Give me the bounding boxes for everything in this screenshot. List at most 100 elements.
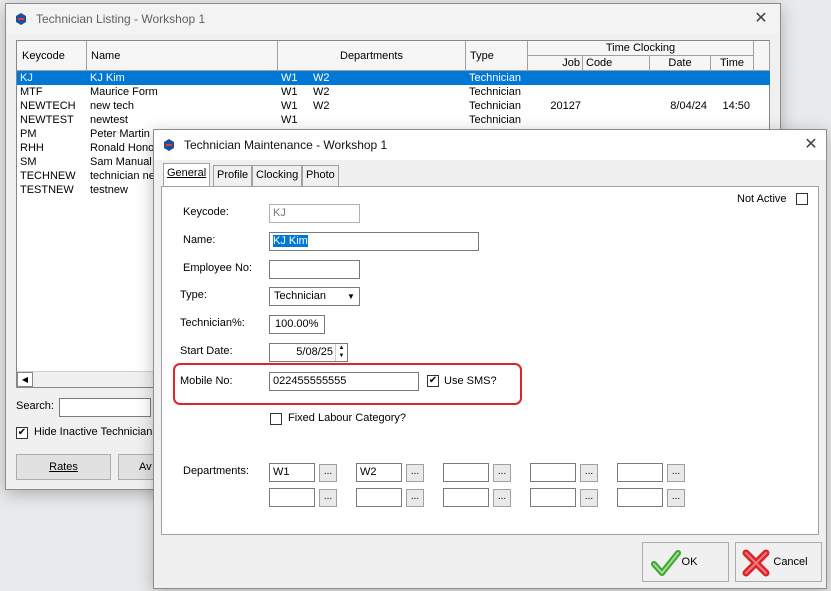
chevron-down-icon[interactable]: ▼ xyxy=(343,288,359,305)
scroll-left-arrow-icon[interactable]: ◀ xyxy=(17,372,33,387)
app-logo-icon xyxy=(14,12,28,26)
department-field[interactable] xyxy=(269,488,315,507)
name-label: Name: xyxy=(183,234,216,246)
department-field[interactable] xyxy=(443,488,489,507)
cell-date: 8/04/24 xyxy=(670,100,707,112)
cell-keycode: MTF xyxy=(20,86,43,98)
header-name[interactable]: Name xyxy=(87,41,278,71)
department-field[interactable]: W1 xyxy=(269,463,315,482)
keycode-field[interactable]: KJ xyxy=(269,204,360,223)
mobile-no-field[interactable]: 022455555555 xyxy=(269,372,419,391)
cell-type: Technician xyxy=(469,86,521,98)
available-button[interactable]: Av xyxy=(118,454,158,480)
header-time[interactable]: Time xyxy=(711,56,754,71)
use-sms-checkbox[interactable]: ✔ xyxy=(427,375,439,387)
cell-time xyxy=(712,85,750,99)
rates-button[interactable]: Rates xyxy=(16,454,111,480)
header-code[interactable]: Code xyxy=(583,56,650,71)
department-browse-button[interactable]: ... xyxy=(667,464,685,482)
cell-dep2: W2 xyxy=(313,72,330,84)
maintenance-titlebar: Technician Maintenance - Workshop 1 ✕ xyxy=(154,130,826,160)
hide-inactive-label: Hide Inactive Technicians xyxy=(34,426,158,438)
cell-keycode: TESTNEW xyxy=(20,184,74,196)
cell-keycode: TECHNEW xyxy=(20,170,76,182)
cell-type: Technician xyxy=(469,100,521,112)
department-browse-button[interactable]: ... xyxy=(580,464,598,482)
close-icon[interactable]: ✕ xyxy=(802,136,820,154)
tab-profile[interactable]: Profile xyxy=(213,165,253,186)
department-field[interactable] xyxy=(530,488,576,507)
technician-pct-label: Technician%: xyxy=(180,317,245,329)
header-keycode[interactable]: Keycode xyxy=(17,41,87,71)
start-date-value: 5/08/25 xyxy=(296,346,333,358)
department-field[interactable] xyxy=(617,488,663,507)
start-date-field[interactable]: 5/08/25 ▲ ▼ xyxy=(269,343,348,362)
cell-date xyxy=(651,71,707,85)
start-date-label: Start Date: xyxy=(180,345,233,357)
type-value: Technician xyxy=(274,290,326,302)
header-type[interactable]: Type xyxy=(466,41,528,71)
table-row[interactable]: NEWTECH new tech W1 W2 Technician 20127 8/04/2… xyxy=(17,99,770,113)
date-spinner-icon[interactable]: ▲ ▼ xyxy=(335,344,347,361)
department-field[interactable] xyxy=(356,488,402,507)
employee-no-label: Employee No: xyxy=(183,262,253,274)
department-browse-button[interactable]: ... xyxy=(493,489,511,507)
department-field[interactable] xyxy=(443,463,489,482)
cross-icon xyxy=(742,549,770,580)
department-browse-button[interactable]: ... xyxy=(406,489,424,507)
header-job[interactable]: Job xyxy=(528,56,583,71)
header-time-clocking: Time Clocking xyxy=(528,41,754,56)
cell-name: Maurice Form xyxy=(90,86,158,98)
ok-button[interactable]: OK xyxy=(642,542,729,582)
table-row[interactable]: NEWTEST newtest W1 Technician xyxy=(17,113,770,127)
maintenance-title: Technician Maintenance - Workshop 1 xyxy=(184,138,388,152)
department-browse-button[interactable]: ... xyxy=(319,489,337,507)
keycode-label: Keycode: xyxy=(183,206,229,218)
cell-time xyxy=(712,71,750,85)
cell-dep1: W1 xyxy=(281,72,298,84)
type-select[interactable]: Technician ▼ xyxy=(269,287,360,306)
app-logo-icon xyxy=(162,138,176,152)
department-field[interactable]: W2 xyxy=(356,463,402,482)
hide-inactive-checkbox[interactable]: ✔ xyxy=(16,427,28,439)
fixed-labour-checkbox[interactable] xyxy=(270,413,282,425)
department-browse-button[interactable]: ... xyxy=(580,489,598,507)
department-browse-button[interactable]: ... xyxy=(667,489,685,507)
department-browse-button[interactable]: ... xyxy=(406,464,424,482)
search-input[interactable] xyxy=(59,398,151,417)
cell-name: KJ Kim xyxy=(90,72,125,84)
name-value: KJ Kim xyxy=(273,235,308,247)
department-field[interactable] xyxy=(530,463,576,482)
table-row[interactable]: KJ KJ Kim W1 W2 Technician xyxy=(17,71,770,85)
not-active-checkbox[interactable] xyxy=(796,193,808,205)
employee-no-field[interactable] xyxy=(269,260,360,279)
department-browse-button[interactable]: ... xyxy=(319,464,337,482)
table-row[interactable]: MTF Maurice Form W1 W2 Technician xyxy=(17,85,770,99)
cell-dep2 xyxy=(313,113,343,127)
department-browse-button[interactable]: ... xyxy=(493,464,511,482)
cell-date xyxy=(651,85,707,99)
cell-dep1: W1 xyxy=(281,114,298,126)
tab-photo[interactable]: Photo xyxy=(302,165,339,186)
header-departments[interactable]: Departments xyxy=(278,41,466,71)
tab-clocking[interactable]: Clocking xyxy=(252,165,303,186)
cell-keycode: KJ xyxy=(20,72,33,84)
cancel-button[interactable]: Cancel xyxy=(735,542,822,582)
cell-dep1: W1 xyxy=(281,100,298,112)
technician-pct-field[interactable]: 100.00% xyxy=(269,315,325,334)
department-field[interactable] xyxy=(617,463,663,482)
cell-date xyxy=(651,113,707,127)
cell-keycode: SM xyxy=(20,156,37,168)
tab-general[interactable]: General xyxy=(163,163,211,187)
name-field[interactable]: KJ Kim xyxy=(269,232,479,251)
cell-job xyxy=(529,85,581,99)
listing-titlebar: Technician Listing - Workshop 1 ✕ xyxy=(6,4,780,34)
not-active-label: Not Active xyxy=(737,193,787,205)
cell-job xyxy=(529,113,581,127)
general-tab-panel xyxy=(161,186,819,535)
departments-label: Departments: xyxy=(183,465,250,477)
search-label: Search: xyxy=(16,400,54,412)
header-filler xyxy=(754,41,770,71)
header-date[interactable]: Date xyxy=(650,56,711,71)
close-icon[interactable]: ✕ xyxy=(752,10,770,28)
